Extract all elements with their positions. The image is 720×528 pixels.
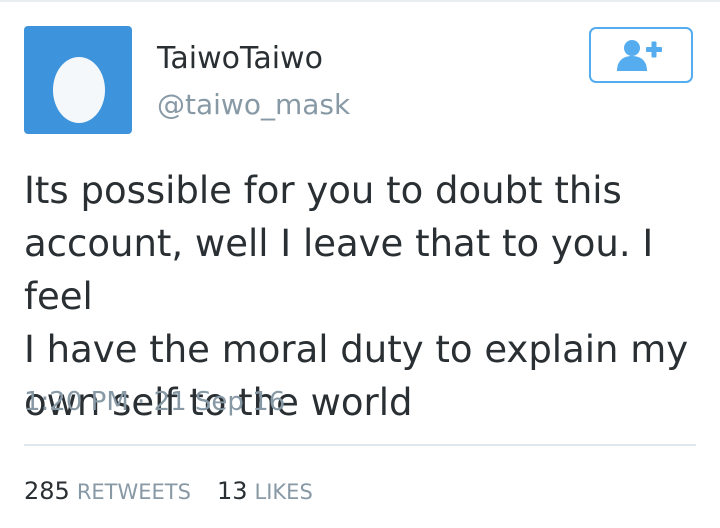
retweets-label: RETWEETS (76, 480, 191, 504)
retweets-count: 285 (24, 477, 70, 505)
tweet-time: 1:20 PM (24, 387, 129, 417)
avatar[interactable] (24, 26, 132, 134)
stats-divider (24, 444, 696, 446)
follow-user-plus-icon (617, 40, 662, 71)
default-egg-avatar-icon (53, 57, 105, 123)
timestamp-separator: · (137, 387, 146, 417)
likes-label: LIKES (254, 480, 313, 504)
tweet-timestamp[interactable]: 1:20 PM · 21 Sep 16 (24, 385, 285, 419)
tweet-stats: 285 RETWEETS 13 LIKES (24, 477, 339, 509)
retweets-stat[interactable]: 285 RETWEETS (24, 477, 191, 505)
likes-stat[interactable]: 13 LIKES (217, 477, 313, 505)
likes-count: 13 (216, 477, 248, 505)
top-divider (0, 0, 720, 2)
tweet-date: 21 Sep 16 (153, 387, 286, 417)
user-handle[interactable]: @taiwo_mask (157, 86, 350, 124)
display-name[interactable]: TaiwoTaiwo (157, 39, 323, 79)
follow-button[interactable] (589, 27, 693, 83)
